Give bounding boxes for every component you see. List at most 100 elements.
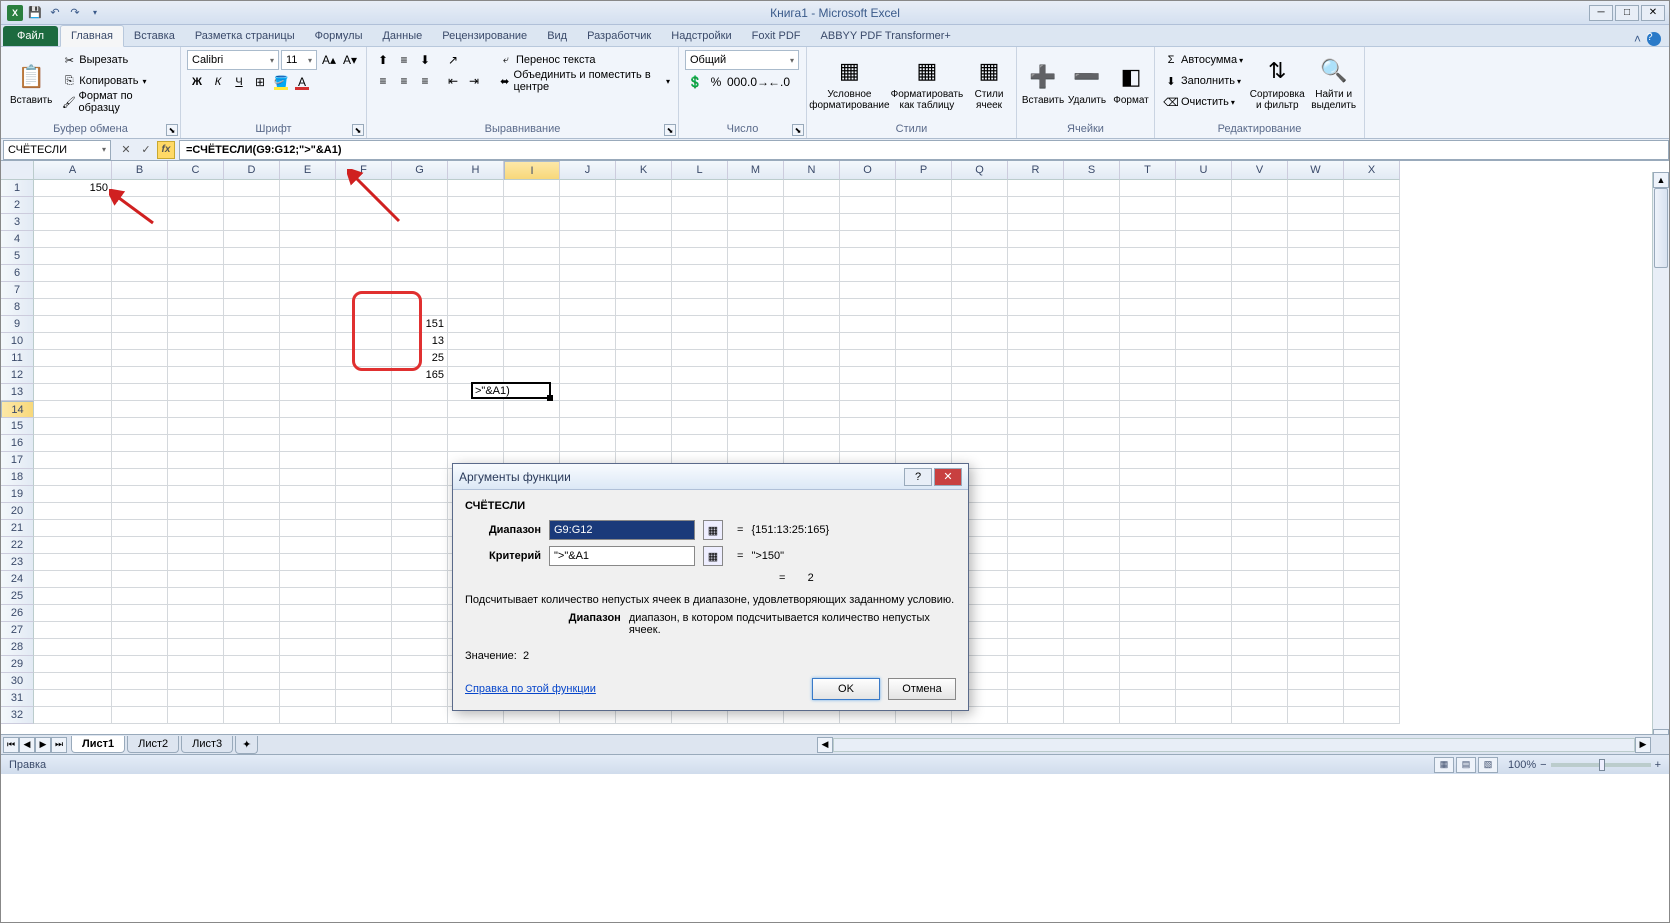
column-header-P[interactable]: P xyxy=(896,161,952,180)
sheet-tab-3[interactable]: Лист3 xyxy=(181,736,233,753)
cut-button[interactable]: ✂Вырезать xyxy=(59,50,174,70)
scroll-left-button[interactable]: ◀ xyxy=(817,737,833,753)
range-input[interactable]: G9:G12 xyxy=(549,520,695,540)
sheet-tab-new[interactable]: ✦ xyxy=(235,736,258,754)
row-header-29[interactable]: 29 xyxy=(1,656,34,673)
dialog-help-button[interactable]: ? xyxy=(904,468,932,486)
column-header-J[interactable]: J xyxy=(560,161,616,180)
increase-decimal-button[interactable]: .0→ xyxy=(748,72,768,92)
indent-decrease-button[interactable]: ⇤ xyxy=(443,71,463,91)
column-header-O[interactable]: O xyxy=(840,161,896,180)
tab-review[interactable]: Рецензирование xyxy=(432,26,537,46)
row-header-8[interactable]: 8 xyxy=(1,299,34,316)
row-header-11[interactable]: 11 xyxy=(1,350,34,367)
row-header-28[interactable]: 28 xyxy=(1,639,34,656)
dialog-close-button[interactable]: ✕ xyxy=(934,468,962,486)
scroll-right-button[interactable]: ▶ xyxy=(1635,737,1651,753)
ribbon-minimize-icon[interactable]: ˄ xyxy=(1634,32,1641,46)
cell-G11[interactable]: 25 xyxy=(392,350,448,367)
currency-button[interactable]: 💲 xyxy=(685,72,705,92)
decrease-decimal-button[interactable]: ←.0 xyxy=(769,72,789,92)
help-link[interactable]: Справка по этой функции xyxy=(465,683,596,695)
column-header-V[interactable]: V xyxy=(1232,161,1288,180)
sort-filter-button[interactable]: ⇅Сортировка и фильтр xyxy=(1249,50,1305,116)
column-header-R[interactable]: R xyxy=(1008,161,1064,180)
sheet-nav-next[interactable]: ▶ xyxy=(35,737,51,753)
align-left-button[interactable]: ≡ xyxy=(373,71,393,91)
comma-button[interactable]: 000 xyxy=(727,72,747,92)
column-header-T[interactable]: T xyxy=(1120,161,1176,180)
fill-button[interactable]: ⬇Заполнить▾ xyxy=(1161,71,1245,91)
number-format-select[interactable]: Общий▾ xyxy=(685,50,799,70)
ok-button[interactable]: OK xyxy=(812,678,880,700)
sheet-nav-last[interactable]: ⏭ xyxy=(51,737,67,753)
tab-layout[interactable]: Разметка страницы xyxy=(185,26,305,46)
shrink-font-button[interactable]: A▾ xyxy=(340,50,360,70)
sheet-nav-first[interactable]: ⏮ xyxy=(3,737,19,753)
merge-center-button[interactable]: ⬌Объединить и поместить в центре▾ xyxy=(496,71,672,91)
close-button[interactable]: ✕ xyxy=(1641,5,1665,21)
paste-button[interactable]: 📋 Вставить xyxy=(7,50,55,116)
format-cells-button[interactable]: ◧Формат xyxy=(1111,50,1151,116)
row-header-4[interactable]: 4 xyxy=(1,231,34,248)
align-bottom-button[interactable]: ⬇ xyxy=(415,50,435,70)
zoom-out-button[interactable]: − xyxy=(1540,759,1546,771)
column-header-M[interactable]: M xyxy=(728,161,784,180)
cell-G12[interactable]: 165 xyxy=(392,367,448,384)
cell-styles-button[interactable]: ▦Стили ячеек xyxy=(968,50,1010,116)
tab-developer[interactable]: Разработчик xyxy=(577,26,661,46)
insert-function-button[interactable]: fx xyxy=(157,141,175,159)
insert-cells-button[interactable]: ➕Вставить xyxy=(1023,50,1063,116)
dialog-titlebar[interactable]: Аргументы функции ? ✕ xyxy=(453,464,968,490)
grow-font-button[interactable]: A▴ xyxy=(319,50,339,70)
active-cell-editor[interactable]: >"&A1) xyxy=(471,382,551,399)
row-header-30[interactable]: 30 xyxy=(1,673,34,690)
format-table-button[interactable]: ▦Форматировать как таблицу xyxy=(890,50,964,116)
font-color-button[interactable]: A xyxy=(292,72,312,92)
zoom-in-button[interactable]: + xyxy=(1655,759,1661,771)
format-painter-button[interactable]: 🖌Формат по образцу xyxy=(59,92,174,112)
view-layout-button[interactable]: ▤ xyxy=(1456,757,1476,773)
row-header-20[interactable]: 20 xyxy=(1,503,34,520)
row-header-9[interactable]: 9 xyxy=(1,316,34,333)
row-header-6[interactable]: 6 xyxy=(1,265,34,282)
tab-view[interactable]: Вид xyxy=(537,26,577,46)
enter-formula-button[interactable]: ✓ xyxy=(137,141,155,159)
row-header-17[interactable]: 17 xyxy=(1,452,34,469)
copy-button[interactable]: ⎘Копировать▾ xyxy=(59,71,174,91)
row-header-23[interactable]: 23 xyxy=(1,554,34,571)
fill-color-button[interactable]: 🪣 xyxy=(271,72,291,92)
align-right-button[interactable]: ≡ xyxy=(415,71,435,91)
column-header-G[interactable]: G xyxy=(392,161,448,180)
row-header-21[interactable]: 21 xyxy=(1,520,34,537)
redo-icon[interactable]: ↷ xyxy=(67,5,83,21)
criteria-ref-button[interactable]: ▦ xyxy=(703,546,723,566)
row-header-24[interactable]: 24 xyxy=(1,571,34,588)
align-top-button[interactable]: ⬆ xyxy=(373,50,393,70)
column-header-A[interactable]: A xyxy=(34,161,112,180)
minimize-button[interactable]: ─ xyxy=(1589,5,1613,21)
row-header-26[interactable]: 26 xyxy=(1,605,34,622)
row-header-13[interactable]: 13 xyxy=(1,384,34,401)
align-middle-button[interactable]: ≡ xyxy=(394,50,414,70)
tab-data[interactable]: Данные xyxy=(372,26,432,46)
column-header-D[interactable]: D xyxy=(224,161,280,180)
row-header-3[interactable]: 3 xyxy=(1,214,34,231)
column-header-N[interactable]: N xyxy=(784,161,840,180)
percent-button[interactable]: % xyxy=(706,72,726,92)
column-header-E[interactable]: E xyxy=(280,161,336,180)
row-header-32[interactable]: 32 xyxy=(1,707,34,724)
column-header-X[interactable]: X xyxy=(1344,161,1400,180)
column-header-Q[interactable]: Q xyxy=(952,161,1008,180)
delete-cells-button[interactable]: ➖Удалить xyxy=(1067,50,1107,116)
column-header-I[interactable]: I xyxy=(504,161,560,180)
row-header-22[interactable]: 22 xyxy=(1,537,34,554)
conditional-format-button[interactable]: ▦Условное форматирование xyxy=(813,50,886,116)
find-select-button[interactable]: 🔍Найти и выделить xyxy=(1309,50,1358,116)
tab-abbyy[interactable]: ABBYY PDF Transformer+ xyxy=(811,26,961,46)
row-header-12[interactable]: 12 xyxy=(1,367,34,384)
bold-button[interactable]: Ж xyxy=(187,72,207,92)
row-header-14[interactable]: 14 xyxy=(1,401,34,418)
horizontal-scrollbar[interactable]: ◀ ▶ xyxy=(817,737,1651,753)
range-ref-button[interactable]: ▦ xyxy=(703,520,723,540)
